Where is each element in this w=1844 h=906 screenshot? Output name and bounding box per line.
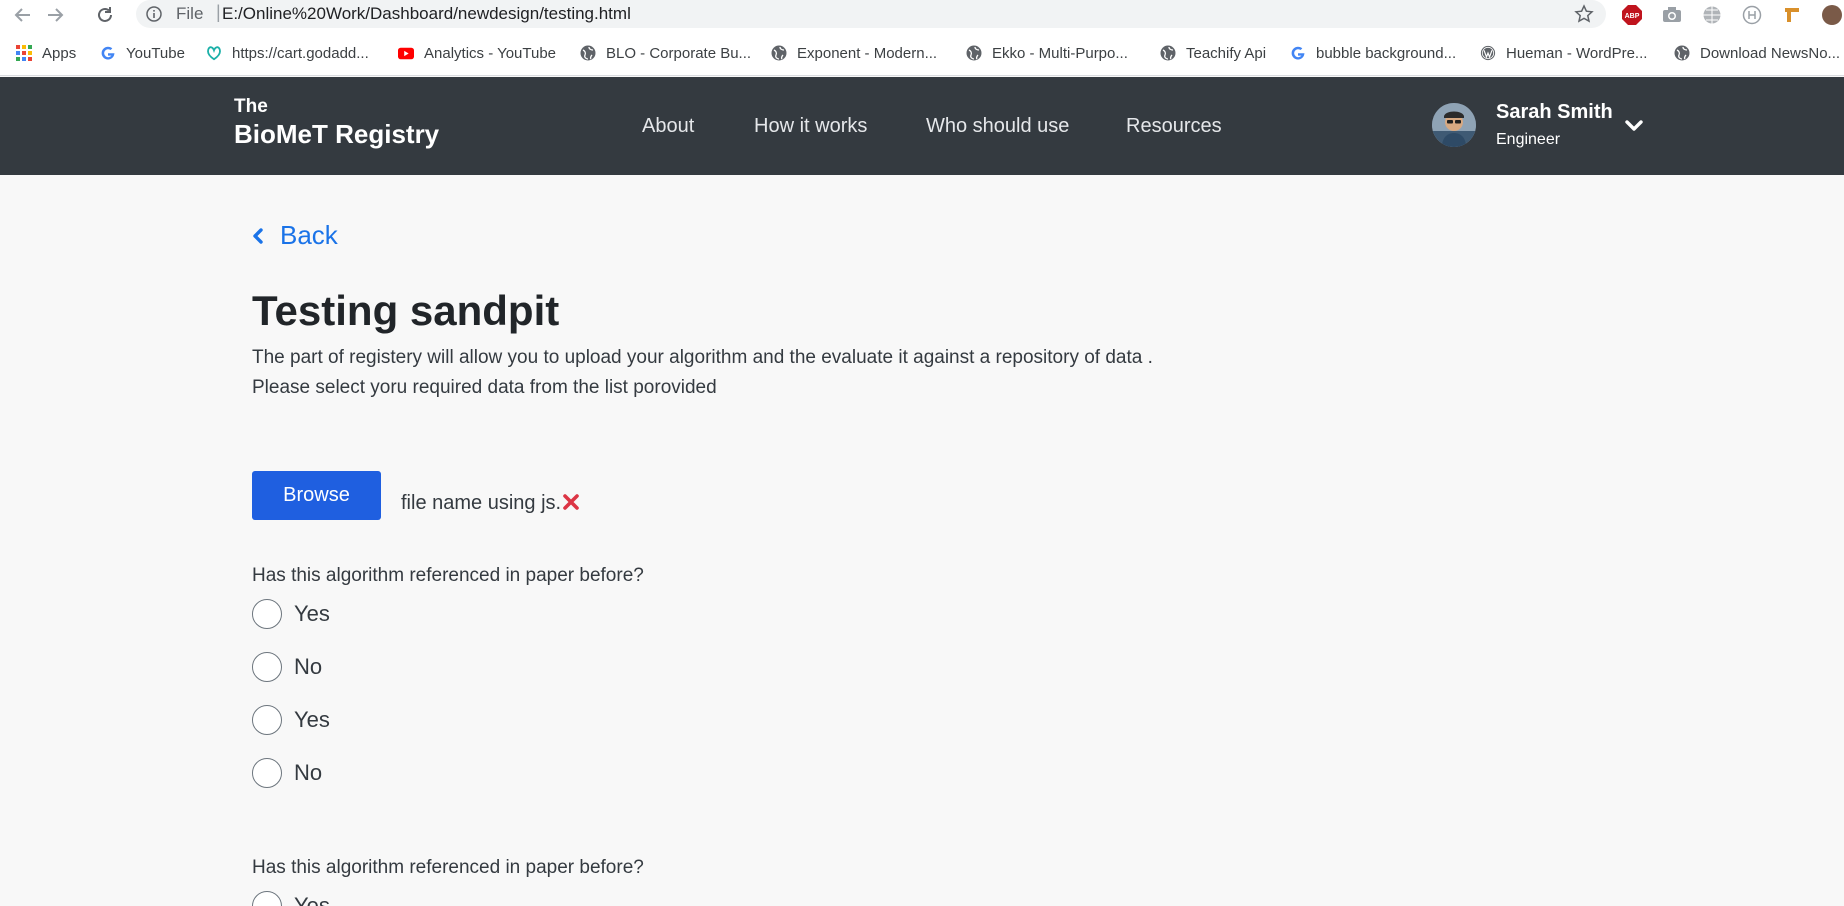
radio-label: Yes	[294, 707, 330, 732]
bookmark-star-icon[interactable]	[1574, 4, 1594, 29]
radio-button[interactable]	[252, 758, 282, 788]
bookmark-label: https://cart.godadd...	[232, 44, 369, 62]
tool-extension-icon[interactable]	[1780, 3, 1804, 27]
radio-option-no[interactable]: No	[252, 757, 322, 789]
bookmark-youtube[interactable]: YouTube	[100, 42, 185, 64]
bookmark-label: Apps	[42, 44, 77, 62]
browse-button[interactable]: Browse	[252, 471, 381, 520]
bookmark-label: BLO - Corporate Bu...	[606, 44, 752, 62]
radio-label: No	[294, 760, 323, 785]
bookmark-blo[interactable]: BLO - Corporate Bu...	[580, 42, 751, 64]
nav-resources[interactable]: Resources	[1126, 115, 1222, 138]
bookmark-label: YouTube	[126, 44, 185, 62]
godaddy-icon	[206, 45, 222, 61]
radio-option-no[interactable]: No	[252, 651, 322, 683]
bookmark-ekko[interactable]: Ekko - Multi-Purpo...	[966, 42, 1128, 64]
radio-button[interactable]	[252, 652, 282, 682]
page-description: The part of registery will allow you to …	[252, 347, 1153, 398]
bookmark-godaddy[interactable]: https://cart.godadd...	[206, 42, 369, 64]
page-title: Testing sandpit	[252, 287, 560, 334]
brand-logo[interactable]: BioMeT Registry	[234, 119, 439, 150]
browser-reload-icon[interactable]	[92, 2, 118, 28]
site-header: The BioMeT Registry About How it works W…	[0, 77, 1844, 175]
bookmark-label: Exponent - Modern...	[797, 44, 938, 62]
url-text[interactable]: E:/Online%20Work/Dashboard/newdesign/tes…	[222, 4, 631, 24]
adblock-label: ABP	[1625, 13, 1640, 20]
question-label: Has this algorithm referenced in paper b…	[252, 857, 644, 878]
bookmark-label: Analytics - YouTube	[424, 44, 557, 62]
bookmarks-bar: Apps YouTube https://cart.godadd... Anal…	[0, 30, 1844, 76]
back-label: Back	[280, 220, 338, 250]
wordpress-icon	[1480, 45, 1496, 61]
bookmark-label: Ekko - Multi-Purpo...	[992, 44, 1128, 62]
browser-forward-icon[interactable]	[42, 2, 68, 28]
radio-label: Yes	[294, 601, 330, 626]
avatar[interactable]	[1432, 103, 1476, 147]
address-bar[interactable]: File | E:/Online%20Work/Dashboard/newdes…	[136, 0, 1606, 28]
radio-label: Yes	[294, 893, 330, 906]
question-label: Has this algorithm referenced in paper b…	[252, 565, 644, 586]
radio-button[interactable]	[252, 705, 282, 735]
globe-icon	[1674, 45, 1690, 61]
h-extension-icon[interactable]	[1740, 3, 1764, 27]
nav-who-should-use[interactable]: Who should use	[926, 115, 1069, 138]
globe-icon	[966, 45, 982, 61]
bookmark-apps[interactable]: Apps	[16, 42, 76, 64]
bookmark-label: Hueman - WordPre...	[1506, 44, 1648, 62]
selected-file-name: file name using js.	[401, 492, 562, 514]
user-role: Engineer	[1496, 131, 1561, 148]
bookmark-label: bubble background...	[1316, 44, 1457, 62]
radio-label: No	[294, 654, 323, 679]
globe-icon	[1160, 45, 1176, 61]
chevron-down-icon[interactable]	[1622, 117, 1646, 135]
bookmark-analytics-youtube[interactable]: Analytics - YouTube	[398, 42, 556, 64]
nav-about[interactable]: About	[642, 115, 694, 138]
bookmark-bubble-background[interactable]: bubble background...	[1290, 42, 1456, 64]
profile-icon[interactable]	[1818, 3, 1844, 27]
brand-prefix: The	[234, 96, 268, 117]
chevron-left-icon	[253, 227, 263, 244]
bookmark-newsnow[interactable]: Download NewsNo...	[1674, 42, 1840, 64]
bookmark-exponent[interactable]: Exponent - Modern...	[771, 42, 937, 64]
radio-option-yes[interactable]: Yes	[252, 704, 330, 736]
browser-toolbar: File | E:/Online%20Work/Dashboard/newdes…	[0, 0, 1844, 30]
site-info-icon[interactable]	[146, 6, 162, 27]
bookmark-hueman[interactable]: Hueman - WordPre...	[1480, 42, 1647, 64]
url-separator: |	[216, 2, 221, 22]
user-name[interactable]: Sarah Smith	[1496, 101, 1613, 124]
browser-back-icon[interactable]	[10, 2, 36, 28]
globe-icon	[580, 45, 596, 61]
globe-extension-icon[interactable]	[1700, 3, 1724, 27]
remove-file-icon[interactable]	[562, 492, 580, 512]
radio-button[interactable]	[252, 599, 282, 629]
radio-button[interactable]	[252, 891, 282, 906]
globe-icon	[771, 45, 787, 61]
back-link[interactable]: Back	[252, 220, 338, 251]
camera-extension-icon[interactable]	[1660, 3, 1684, 27]
nav-how-it-works[interactable]: How it works	[754, 115, 867, 138]
apps-grid-icon	[16, 45, 32, 61]
radio-option-yes[interactable]: Yes	[252, 598, 330, 630]
url-scheme-label: File	[176, 4, 204, 23]
bookmark-teachify[interactable]: Teachify Api	[1160, 42, 1266, 64]
adblock-extension-icon[interactable]: ABP	[1620, 3, 1644, 27]
radio-option-yes[interactable]: Yes	[252, 890, 330, 906]
bookmark-label: Teachify Api	[1186, 44, 1267, 62]
google-icon	[1290, 45, 1306, 61]
youtube-icon	[398, 45, 414, 61]
google-icon	[100, 45, 116, 61]
bookmark-label: Download NewsNo...	[1700, 44, 1841, 62]
